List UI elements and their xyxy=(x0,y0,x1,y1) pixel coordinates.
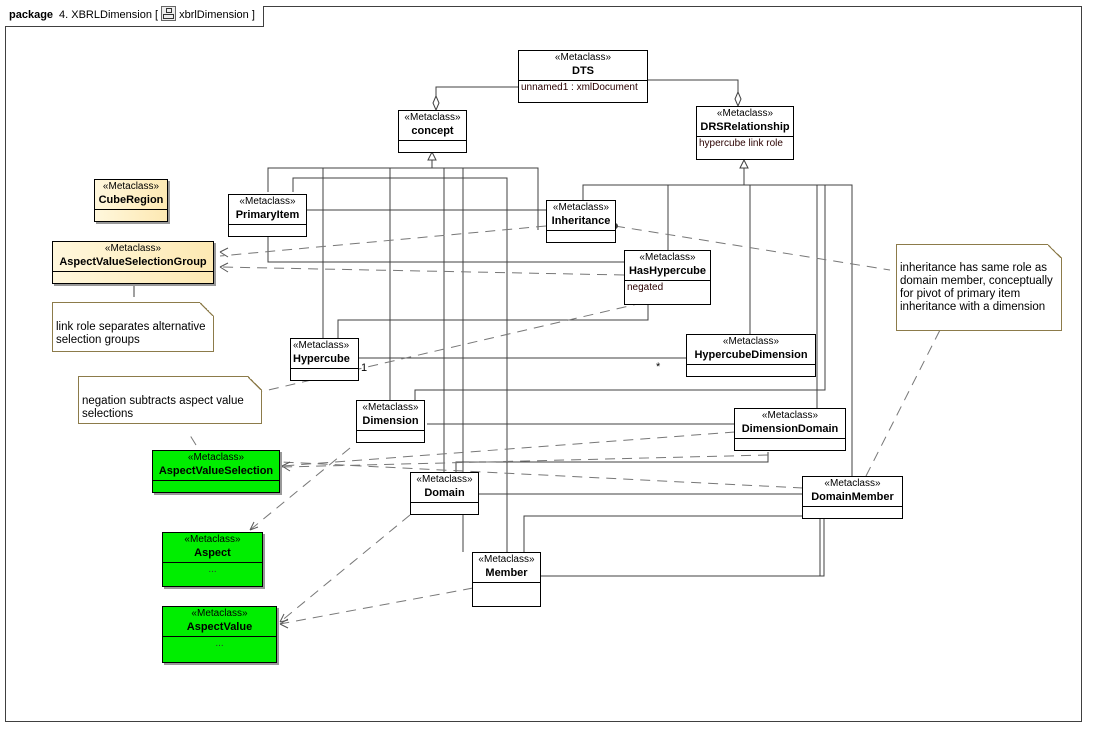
class-concept[interactable]: «Metaclass» concept xyxy=(398,110,467,153)
aggregation-diamond-drs xyxy=(734,90,742,108)
class-aspectvalue[interactable]: «Metaclass» AspectValue ... xyxy=(162,606,277,663)
class-dts[interactable]: «Metaclass» DTS unnamed1 : xmlDocument xyxy=(518,50,648,103)
note-inheritance[interactable]: inheritance has same role as domain memb… xyxy=(896,244,1062,331)
aggregation-diamond-concept xyxy=(432,94,440,112)
class-dimensiondomain[interactable]: «Metaclass» DimensionDomain xyxy=(734,408,846,451)
dts-drs-aggregation xyxy=(647,79,739,106)
class-domainmember[interactable]: «Metaclass» DomainMember xyxy=(802,476,903,519)
concept-generalization-arrow xyxy=(427,150,437,161)
class-hypercube[interactable]: «Metaclass» Hypercube xyxy=(290,338,359,381)
note-negation[interactable]: negation subtracts aspect value selectio… xyxy=(78,376,262,424)
multiplicity-hypercubedimension: * xyxy=(656,361,661,373)
class-aspectvalueselection[interactable]: «Metaclass» AspectValueSelection xyxy=(152,450,280,493)
dts-concept-aggregation xyxy=(435,86,518,110)
class-inheritance[interactable]: «Metaclass» Inheritance xyxy=(546,200,616,243)
class-member[interactable]: «Metaclass» Member xyxy=(472,552,541,607)
note-link-role[interactable]: link role separates alternative selectio… xyxy=(52,302,214,352)
class-cuberegion[interactable]: «Metaclass» CubeRegion xyxy=(94,179,168,222)
class-aspectvalueselectiongroup[interactable]: «Metaclass» AspectValueSelectionGroup xyxy=(52,241,214,284)
class-hypercubedimension[interactable]: «Metaclass» HypercubeDimension xyxy=(686,334,816,377)
class-domain[interactable]: «Metaclass» Domain xyxy=(410,472,479,515)
class-dimension[interactable]: «Metaclass» Dimension xyxy=(356,400,425,443)
drs-generalization-arrow xyxy=(739,158,749,169)
class-hashypercube[interactable]: «Metaclass» HasHypercube negated xyxy=(624,250,711,305)
class-primaryitem[interactable]: «Metaclass» PrimaryItem xyxy=(228,194,307,237)
class-drsrelationship[interactable]: «Metaclass» DRSRelationship hypercube lin… xyxy=(696,106,794,160)
class-aspect[interactable]: «Metaclass» Aspect ... xyxy=(162,532,263,587)
multiplicity-hypercube: 1 xyxy=(361,362,368,374)
